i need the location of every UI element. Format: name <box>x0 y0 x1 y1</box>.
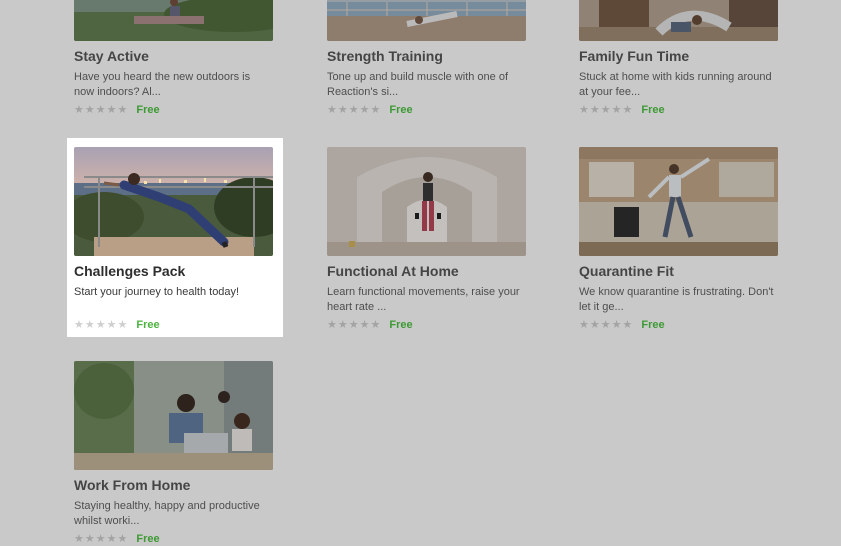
star-rating[interactable]: ★ ★ ★ ★ ★ <box>74 533 128 545</box>
price-label: Free <box>136 533 160 545</box>
star-icon[interactable]: ★ <box>107 104 117 116</box>
card-image[interactable] <box>579 0 778 41</box>
star-icon[interactable]: ★ <box>590 319 600 331</box>
card-description: Stuck at home with kids running around a… <box>579 71 772 98</box>
star-icon[interactable]: ★ <box>349 104 359 116</box>
card-title[interactable]: Stay Active <box>74 48 273 65</box>
star-icon[interactable]: ★ <box>338 104 348 116</box>
price-label: Free <box>136 319 160 331</box>
card-title[interactable]: Family Fun Time <box>579 48 778 65</box>
card-image[interactable] <box>74 361 273 470</box>
star-icon[interactable]: ★ <box>118 104 128 116</box>
star-icon[interactable]: ★ <box>371 104 381 116</box>
card-image[interactable] <box>327 0 526 41</box>
star-icon[interactable]: ★ <box>96 533 106 545</box>
card-title[interactable]: Functional At Home <box>327 263 526 280</box>
card-title[interactable]: Challenges Pack <box>74 263 273 280</box>
price-label: Free <box>136 104 160 116</box>
star-icon[interactable]: ★ <box>107 533 117 545</box>
card-description: We know quarantine is frustrating. Don't… <box>579 286 774 313</box>
star-icon[interactable]: ★ <box>623 104 633 116</box>
star-rating[interactable]: ★ ★ ★ ★ ★ <box>579 319 633 331</box>
star-icon[interactable]: ★ <box>371 319 381 331</box>
star-rating[interactable]: ★ ★ ★ ★ ★ <box>579 104 633 116</box>
star-icon[interactable]: ★ <box>96 104 106 116</box>
price-label: Free <box>389 319 413 331</box>
card-image[interactable] <box>579 147 778 256</box>
card-description: Learn functional movements, raise your h… <box>327 286 520 313</box>
star-icon[interactable]: ★ <box>612 104 622 116</box>
star-icon[interactable]: ★ <box>327 104 337 116</box>
star-icon[interactable]: ★ <box>360 319 370 331</box>
price-label: Free <box>641 104 665 116</box>
card-description: Staying healthy, happy and productive wh… <box>74 500 260 527</box>
star-icon[interactable]: ★ <box>579 319 589 331</box>
star-icon[interactable]: ★ <box>327 319 337 331</box>
star-icon[interactable]: ★ <box>96 319 106 331</box>
star-icon[interactable]: ★ <box>85 533 95 545</box>
card-image[interactable] <box>74 0 273 41</box>
star-icon[interactable]: ★ <box>74 319 84 331</box>
star-icon[interactable]: ★ <box>85 319 95 331</box>
star-icon[interactable]: ★ <box>74 104 84 116</box>
star-icon[interactable]: ★ <box>85 104 95 116</box>
program-card[interactable]: Functional At Home Learn functional move… <box>327 147 526 332</box>
star-icon[interactable]: ★ <box>107 319 117 331</box>
star-rating[interactable]: ★ ★ ★ ★ ★ <box>327 104 381 116</box>
star-icon[interactable]: ★ <box>118 319 128 331</box>
star-rating[interactable]: ★ ★ ★ ★ ★ <box>327 319 381 331</box>
card-description: Tone up and build muscle with one of Rea… <box>327 71 509 98</box>
card-title[interactable]: Quarantine Fit <box>579 263 778 280</box>
star-icon[interactable]: ★ <box>74 533 84 545</box>
star-rating[interactable]: ★ ★ ★ ★ ★ <box>74 319 128 331</box>
card-title[interactable]: Strength Training <box>327 48 526 65</box>
card-title[interactable]: Work From Home <box>74 477 273 494</box>
star-icon[interactable]: ★ <box>360 104 370 116</box>
star-icon[interactable]: ★ <box>601 319 611 331</box>
program-card[interactable]: Stay Active Have you heard the new outdo… <box>74 0 273 117</box>
card-image[interactable] <box>74 147 273 256</box>
program-card[interactable]: Quarantine Fit We know quarantine is fru… <box>579 147 778 332</box>
star-icon[interactable]: ★ <box>601 104 611 116</box>
star-icon[interactable]: ★ <box>118 533 128 545</box>
card-description: Start your journey to health today! <box>74 286 240 298</box>
star-icon[interactable]: ★ <box>579 104 589 116</box>
star-rating[interactable]: ★ ★ ★ ★ ★ <box>74 104 128 116</box>
price-label: Free <box>641 319 665 331</box>
program-card[interactable]: Work From Home Staying healthy, happy an… <box>74 361 273 546</box>
star-icon[interactable]: ★ <box>623 319 633 331</box>
star-icon[interactable]: ★ <box>612 319 622 331</box>
program-card-highlighted[interactable]: Challenges Pack Start your journey to he… <box>74 147 273 332</box>
star-icon[interactable]: ★ <box>590 104 600 116</box>
star-icon[interactable]: ★ <box>338 319 348 331</box>
program-card[interactable]: Family Fun Time Stuck at home with kids … <box>579 0 778 117</box>
card-image[interactable] <box>327 147 526 256</box>
star-icon[interactable]: ★ <box>349 319 359 331</box>
card-description: Have you heard the new outdoors is now i… <box>74 71 251 98</box>
price-label: Free <box>389 104 413 116</box>
program-card[interactable]: Strength Training Tone up and build musc… <box>327 0 526 117</box>
